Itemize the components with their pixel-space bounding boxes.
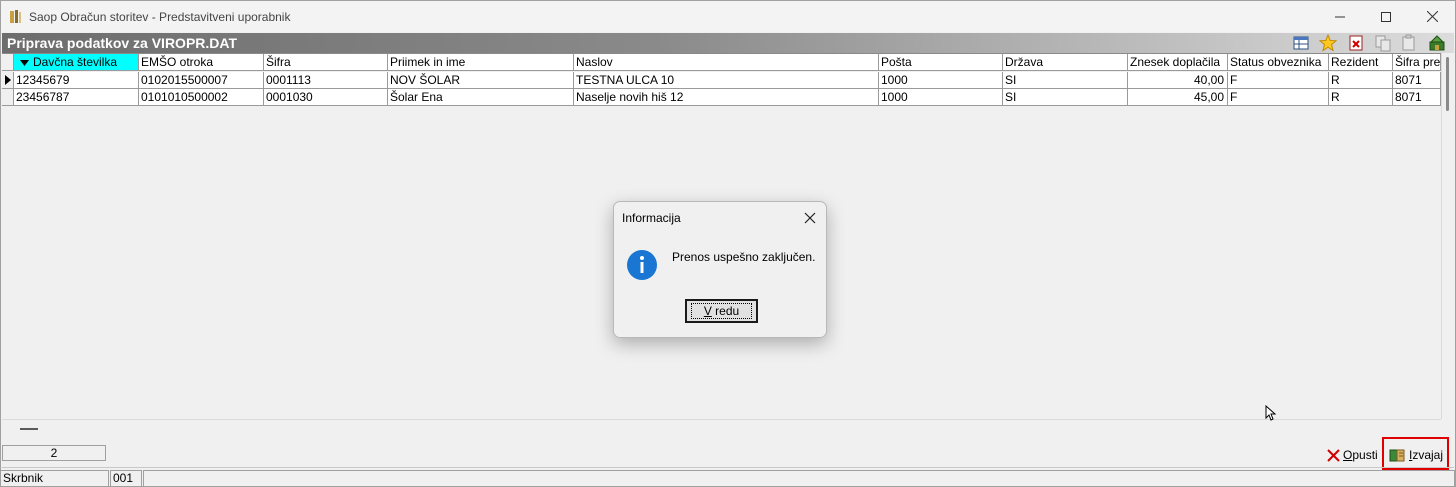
column-header-emso[interactable]: EMŠO otroka [139,54,264,71]
horizontal-scrollbar[interactable] [2,419,1441,435]
minimize-button[interactable] [1317,1,1363,32]
status-user: Skrbnik [0,470,109,487]
dialog-close-button[interactable] [802,210,818,226]
close-icon [804,212,816,224]
cell-znesek[interactable]: 45,00 [1128,89,1228,106]
title-bar: Saop Obračun storitev - Predstavitveni u… [1,1,1455,32]
row-indicator-header [2,54,14,71]
column-header-sifra-pre[interactable]: Šifra pre [1393,54,1441,71]
paste-icon[interactable] [1400,34,1418,52]
status-separator [2,467,1454,468]
book-icon [9,9,22,24]
maximize-icon [1381,11,1391,22]
column-header-sifra[interactable]: Šifra [264,54,388,71]
section-title: Priprava podatkov za VIROPR.DAT [7,35,238,51]
column-header-status[interactable]: Status obveznika [1228,54,1329,71]
cell-sifra-pre[interactable]: 8071 [1393,89,1441,106]
minimize-icon [1335,16,1345,17]
cell-davcna[interactable]: 23456787 [14,89,139,106]
cancel-button[interactable]: Opusti [1327,444,1378,466]
cell-sifra[interactable]: 0001113 [264,72,388,89]
dialog-message: Prenos uspešno zaključen. [672,250,816,264]
cell-rezident[interactable]: R [1329,89,1393,106]
cell-posta[interactable]: 1000 [879,89,1003,106]
info-icon [626,249,658,281]
cancel-x-icon [1327,448,1340,462]
record-count: 2 [2,445,106,461]
grid-header-row: Davčna številka EMŠO otroka Šifra Priime… [2,54,1441,71]
cell-status[interactable]: F [1228,72,1329,89]
column-header-naslov[interactable]: Naslov [574,54,879,71]
column-header-posta[interactable]: Pošta [879,54,1003,71]
status-code: 001 [110,470,142,487]
section-header: Priprava podatkov za VIROPR.DAT [2,33,1454,53]
columns-icon[interactable] [1292,34,1310,52]
dialog-title: Informacija [622,211,681,225]
highlight-box [1382,437,1449,470]
cell-emso[interactable]: 0101010500002 [139,89,264,106]
mouse-cursor-icon [1265,405,1277,421]
copy-icon[interactable] [1374,34,1392,52]
dialog-body: Prenos uspešno zaključen. V redu [614,238,826,337]
close-icon [1426,11,1438,22]
column-header-davcna[interactable]: Davčna številka [14,54,139,71]
cell-status[interactable]: F [1228,89,1329,106]
cell-drzava[interactable]: SI [1003,72,1128,89]
cell-sifra[interactable]: 0001030 [264,89,388,106]
column-header-ime[interactable]: Priimek in ime [388,54,574,71]
cell-davcna[interactable]: 12345679 [14,72,139,89]
delete-icon[interactable] [1347,34,1365,52]
cell-posta[interactable]: 1000 [879,72,1003,89]
column-header-znesek[interactable]: Znesek doplačila [1128,54,1228,71]
table-row[interactable]: 12345679 0102015500007 0001113 NOV ŠOLAR… [2,72,1441,89]
app-window: Saop Obračun storitev - Predstavitveni u… [0,0,1456,487]
current-row-indicator [2,72,14,89]
ok-button[interactable]: V redu [685,299,758,323]
row-pointer-icon [5,75,11,85]
info-dialog: Informacija Prenos uspešno zaključen. V … [613,201,827,338]
cell-emso[interactable]: 0102015500007 [139,72,264,89]
status-message [143,470,1455,487]
table-row[interactable]: 23456787 0101010500002 0001030 Šolar Ena… [2,89,1441,106]
window-title: Saop Obračun storitev - Predstavitveni u… [29,10,291,24]
cell-znesek[interactable]: 40,00 [1128,72,1228,89]
column-header-rezident[interactable]: Rezident [1329,54,1393,71]
cell-ime[interactable]: Šolar Ena [388,89,574,106]
maximize-button[interactable] [1363,1,1409,32]
cell-naslov[interactable]: Naselje novih hiš 12 [574,89,879,106]
exit-icon[interactable] [1428,34,1446,52]
vertical-scrollbar[interactable] [1441,53,1455,419]
column-header-drzava[interactable]: Država [1003,54,1128,71]
star-icon[interactable] [1319,34,1337,52]
cell-naslov[interactable]: TESTNA ULCA 10 [574,72,879,89]
cell-rezident[interactable]: R [1329,72,1393,89]
sort-desc-icon [20,60,29,66]
close-window-button[interactable] [1409,1,1455,32]
row-indicator [2,89,14,106]
cell-ime[interactable]: NOV ŠOLAR [388,72,574,89]
horizontal-scroll-thumb[interactable] [20,428,38,430]
cell-drzava[interactable]: SI [1003,89,1128,106]
vertical-scroll-thumb[interactable] [1446,57,1449,111]
cell-sifra-pre[interactable]: 8071 [1393,72,1441,89]
